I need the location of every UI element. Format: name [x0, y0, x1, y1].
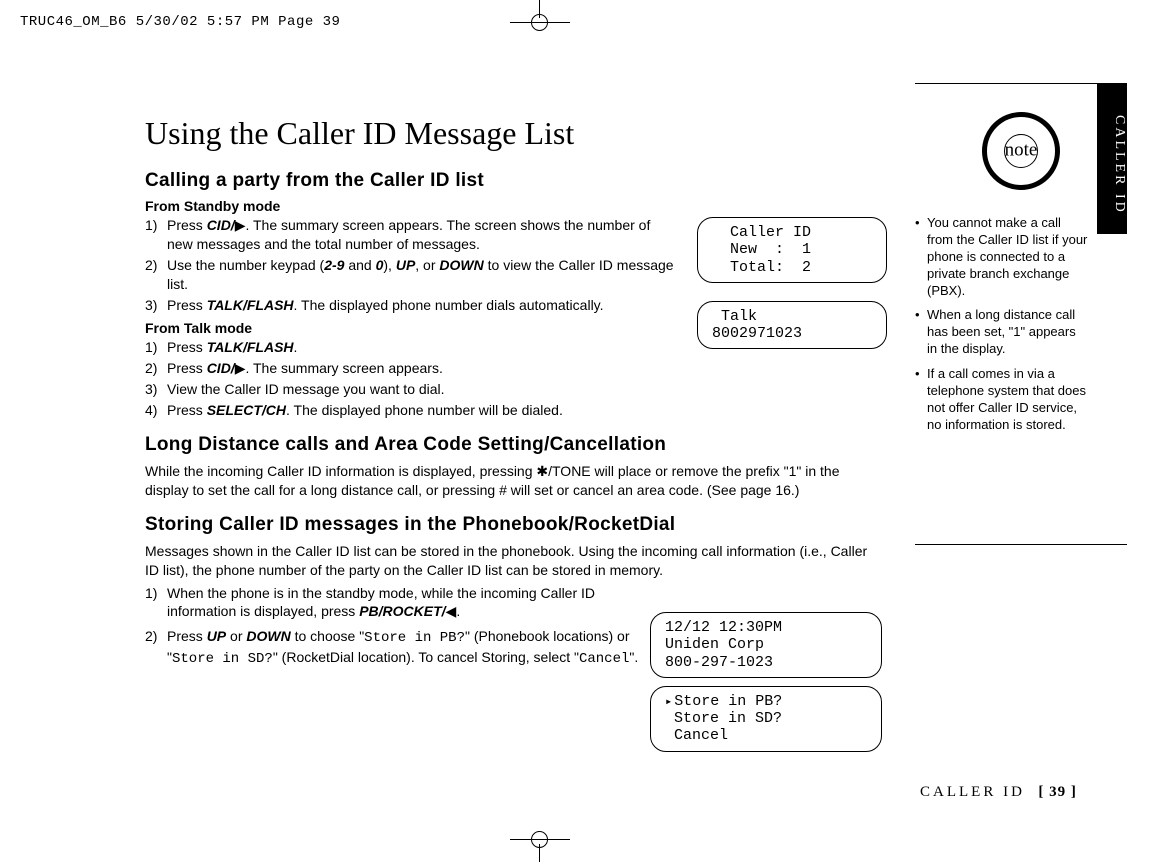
cursor-icon	[665, 693, 674, 710]
lcd-callerid-record: 12/12 12:30PM Uniden Corp 800-297-1023	[650, 612, 882, 678]
standby-step-3: 3) Press TALK/FLASH. The displayed phone…	[145, 296, 705, 315]
lcd-callerid-summary: Caller ID New : 1 Total: 2	[697, 217, 887, 283]
standby-step-2: 2) Use the number keypad (2-9 and 0), UP…	[145, 256, 675, 294]
sidebar-divider	[915, 544, 1127, 545]
page-title: Using the Caller ID Message List	[145, 115, 885, 152]
sidebar: CALLER ID note You cannot make a call fr…	[915, 83, 1127, 545]
section-heading-calling: Calling a party from the Caller ID list	[145, 170, 885, 192]
note-icon: note	[982, 112, 1060, 190]
lcd-talk-dial: Talk 8002971023	[697, 301, 887, 350]
registration-mark-top	[510, 0, 570, 42]
registration-mark-bottom	[510, 820, 570, 862]
lcd-group-top: Caller ID New : 1 Total: 2 Talk 80029710…	[697, 217, 887, 367]
page-content: Using the Caller ID Message List Calling…	[145, 115, 885, 671]
lcd-group-bottom: 12/12 12:30PM Uniden Corp 800-297-1023 S…	[650, 612, 882, 760]
longdistance-body: While the incoming Caller ID information…	[145, 462, 885, 500]
storing-step-1: 1) When the phone is in the standby mode…	[145, 584, 645, 622]
sidebar-tab: CALLER ID	[1097, 84, 1127, 234]
note-item: You cannot make a call from the Caller I…	[915, 215, 1089, 299]
note-item: If a call comes in via a telephone syste…	[915, 366, 1089, 434]
standby-step-1: 1) Press CID/▶. The summary screen appea…	[145, 216, 675, 254]
page-footer: CALLER ID [ 39 ]	[920, 784, 1077, 801]
storing-step-2: 2) Press UP or DOWN to choose "Store in …	[145, 627, 645, 669]
section-heading-storing: Storing Caller ID messages in the Phoneb…	[145, 514, 885, 536]
note-item: When a long distance call has been set, …	[915, 307, 1089, 358]
lcd-store-menu: Store in PB? Store in SD? Cancel	[650, 686, 882, 752]
note-list: You cannot make a call from the Caller I…	[915, 215, 1127, 434]
print-header: TRUC46_OM_B6 5/30/02 5:57 PM Page 39	[20, 14, 340, 30]
talk-step-3: 3) View the Caller ID message you want t…	[145, 380, 885, 399]
mode-standby-label: From Standby mode	[145, 198, 885, 214]
section-heading-longdistance: Long Distance calls and Area Code Settin…	[145, 434, 885, 456]
storing-intro: Messages shown in the Caller ID list can…	[145, 542, 885, 580]
talk-step-4: 4) Press SELECT/CH. The displayed phone …	[145, 401, 885, 420]
